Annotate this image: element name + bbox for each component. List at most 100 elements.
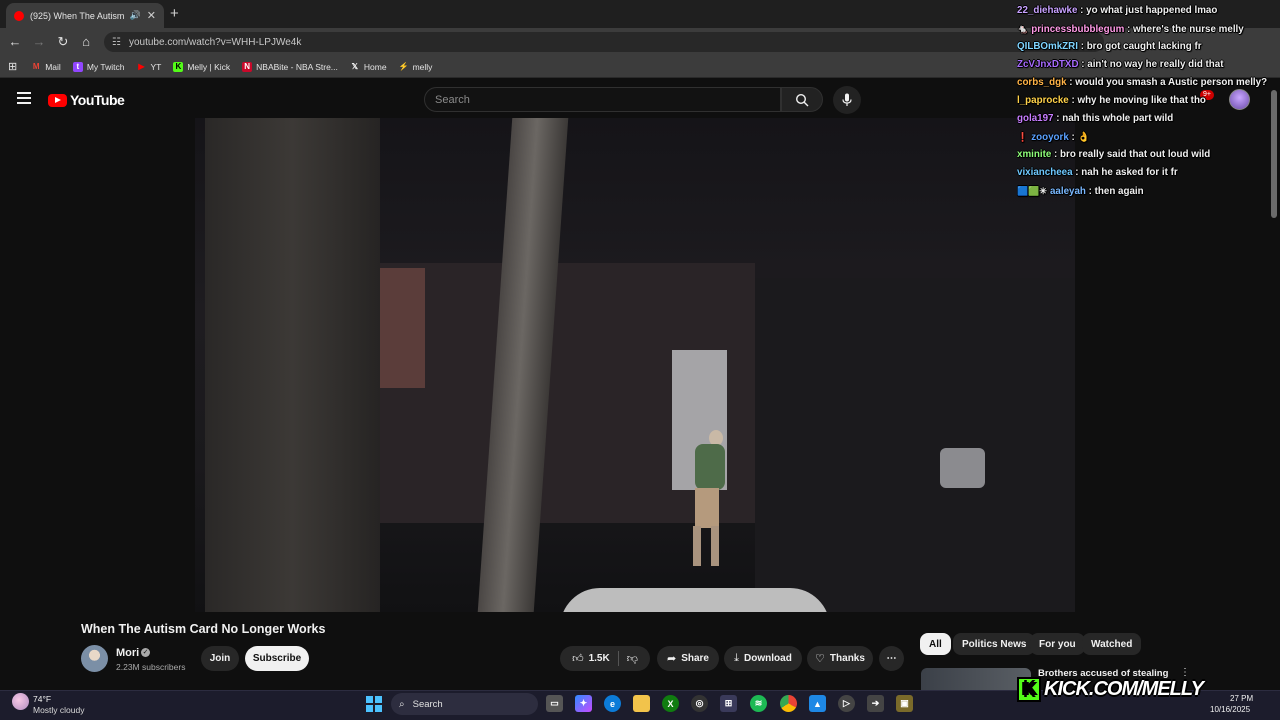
copilot-icon[interactable]: ✦ (575, 695, 592, 712)
search-input[interactable] (435, 93, 780, 106)
steam-icon[interactable]: ◎ (691, 695, 708, 712)
chat-text: 👌 (1077, 132, 1090, 143)
x-icon: 𝕏 (351, 62, 359, 71)
like-dislike-group: 👍︎ 1.5K 👎︎ (560, 646, 650, 671)
video-player[interactable] (195, 118, 1075, 612)
chat-username[interactable]: zooyork (1031, 132, 1069, 143)
chrome-icon[interactable] (780, 695, 797, 712)
like-icon[interactable]: 👍︎ (572, 652, 584, 665)
subscribe-button[interactable]: Subscribe (245, 646, 309, 671)
new-tab-button[interactable]: + (170, 5, 179, 22)
kick-watermark: K KICK.COM/MELLY (1017, 674, 1204, 704)
chat-badge-icon: 🟦🟩✳ (1017, 186, 1047, 196)
browser-tab[interactable]: (925) When The Autism Ca 🔊 ✕ (6, 3, 164, 28)
download-button[interactable]: ⤓ Download (724, 646, 802, 671)
bookmark-mail[interactable]: M Mail (31, 62, 61, 72)
reload-icon[interactable]: ↻ (55, 34, 71, 50)
taskbar-search[interactable]: ⌕ Search (391, 693, 538, 715)
windows-start-icon[interactable] (366, 696, 382, 712)
chat-message: ZcVJnxDTXD : ain't no way he really did … (1017, 58, 1280, 76)
clock-time[interactable]: 27 PM (1230, 694, 1253, 703)
join-button[interactable]: Join (201, 646, 239, 671)
xbox-icon[interactable]: X (662, 695, 679, 712)
kick-icon: ⚡ (398, 62, 409, 71)
youtube-favicon-icon (14, 10, 24, 21)
chat-separator: : (1072, 167, 1082, 178)
like-count[interactable]: 1.5K (589, 653, 610, 664)
task-view-icon[interactable]: ▭ (546, 695, 563, 712)
search-field[interactable] (424, 87, 781, 112)
chat-text: nah this whole part wild (1062, 113, 1174, 124)
recommended-video-thumbnail[interactable] (921, 668, 1031, 690)
bookmark-home[interactable]: 𝕏 Home (350, 62, 387, 72)
bookmark-yt[interactable]: ▶ YT (136, 62, 161, 72)
edge-icon[interactable]: e (604, 695, 621, 712)
chat-message: vixiancheea : nah he asked for it fr (1017, 166, 1280, 184)
chat-username[interactable]: aaleyah (1050, 186, 1086, 197)
bookmark-nbabite[interactable]: N NBABite - NBA Stre... (242, 61, 338, 72)
close-tab-icon[interactable]: ✕ (147, 9, 156, 22)
store-icon[interactable]: ⊞ (720, 695, 737, 712)
forward-icon[interactable]: → (31, 34, 47, 49)
site-info-icon[interactable]: ☷ (112, 37, 121, 48)
chat-text: then again (1094, 186, 1144, 197)
search-icon: ⌕ (399, 698, 405, 710)
chat-username[interactable]: xminite (1017, 149, 1051, 160)
tree-trunk-left (205, 118, 380, 612)
home-icon[interactable]: ⌂ (78, 34, 94, 49)
dark-house-shape (755, 278, 1075, 612)
thanks-button[interactable]: ♡ Thanks (807, 646, 873, 671)
chat-username[interactable]: 22_diehawke (1017, 5, 1077, 16)
search-icon (795, 93, 809, 106)
channel-name[interactable]: Mori (116, 647, 139, 659)
subscriber-count: 2.23M subscribers (116, 662, 186, 672)
url-text: youtube.com/watch?v=WHH-LPJWe4k (128, 36, 302, 48)
channel-avatar[interactable] (81, 645, 108, 672)
file-explorer-icon[interactable] (633, 695, 650, 712)
apps-grid-icon[interactable]: ⊞ (8, 60, 17, 73)
youtube-logo[interactable]: YouTube (48, 92, 125, 108)
spotify-icon[interactable]: ≋ (750, 695, 767, 712)
more-horizontal-icon: ⋯ (886, 653, 897, 664)
chip-for-you[interactable]: For you (1030, 633, 1085, 655)
download-icon: ⤓ (734, 652, 740, 664)
app-icon[interactable]: ➔ (867, 695, 884, 712)
back-icon[interactable]: ← (7, 34, 23, 49)
chat-message: l_paprocke : why he moving like that tho (1017, 94, 1280, 112)
gmail-icon: M (32, 62, 40, 71)
chat-badge-icon: 🐁 (1017, 24, 1029, 34)
weather-icon[interactable] (12, 693, 29, 710)
chip-politics-news[interactable]: Politics News (953, 633, 1036, 655)
bookmark-my-twitch[interactable]: t My Twitch (72, 61, 124, 72)
chat-username[interactable]: QILBOmkZRI (1017, 41, 1078, 52)
chat-username[interactable]: princessbubblegum (1031, 24, 1124, 35)
search-button[interactable] (781, 87, 823, 112)
voice-search-button[interactable] (833, 86, 861, 114)
bookmark-melly-kick[interactable]: K Melly | Kick (173, 61, 230, 72)
kick-logo-icon: K (1017, 676, 1041, 702)
dislike-icon[interactable]: 👎︎ (627, 652, 638, 665)
share-button[interactable]: ➦ Share (657, 646, 719, 671)
audio-playing-icon[interactable]: 🔊 (130, 10, 141, 21)
verified-check-icon: ✓ (141, 648, 150, 657)
clock-date[interactable]: 10/16/2025 (1210, 705, 1250, 714)
more-actions-button[interactable]: ⋯ (879, 646, 904, 671)
chat-username[interactable]: corbs_dgk (1017, 77, 1067, 88)
tab-title: (925) When The Autism Ca (30, 10, 126, 21)
chat-username[interactable]: vixiancheea (1017, 167, 1073, 178)
bookmark-melly[interactable]: ⚡ melly (399, 62, 433, 72)
chat-separator: : (1077, 41, 1087, 52)
super-thanks-icon: ♡ (815, 653, 825, 665)
hamburger-menu-icon[interactable] (17, 92, 31, 104)
kick-icon: K (173, 61, 184, 72)
media-player-icon[interactable]: ▷ (838, 695, 855, 712)
chat-username[interactable]: gola197 (1017, 113, 1054, 124)
chat-username[interactable]: ZcVJnxDTXD (1017, 59, 1079, 70)
chat-username[interactable]: l_paprocke (1017, 95, 1069, 106)
chat-message: gola197 : nah this whole part wild (1017, 112, 1280, 130)
photos-icon[interactable]: ▲ (809, 695, 826, 712)
address-bar[interactable]: ☷ youtube.com/watch?v=WHH-LPJWe4k (104, 32, 1104, 52)
chip-all[interactable]: All (920, 633, 951, 655)
app-icon-2[interactable]: ▣ (896, 695, 913, 712)
chip-watched[interactable]: Watched (1082, 633, 1142, 655)
